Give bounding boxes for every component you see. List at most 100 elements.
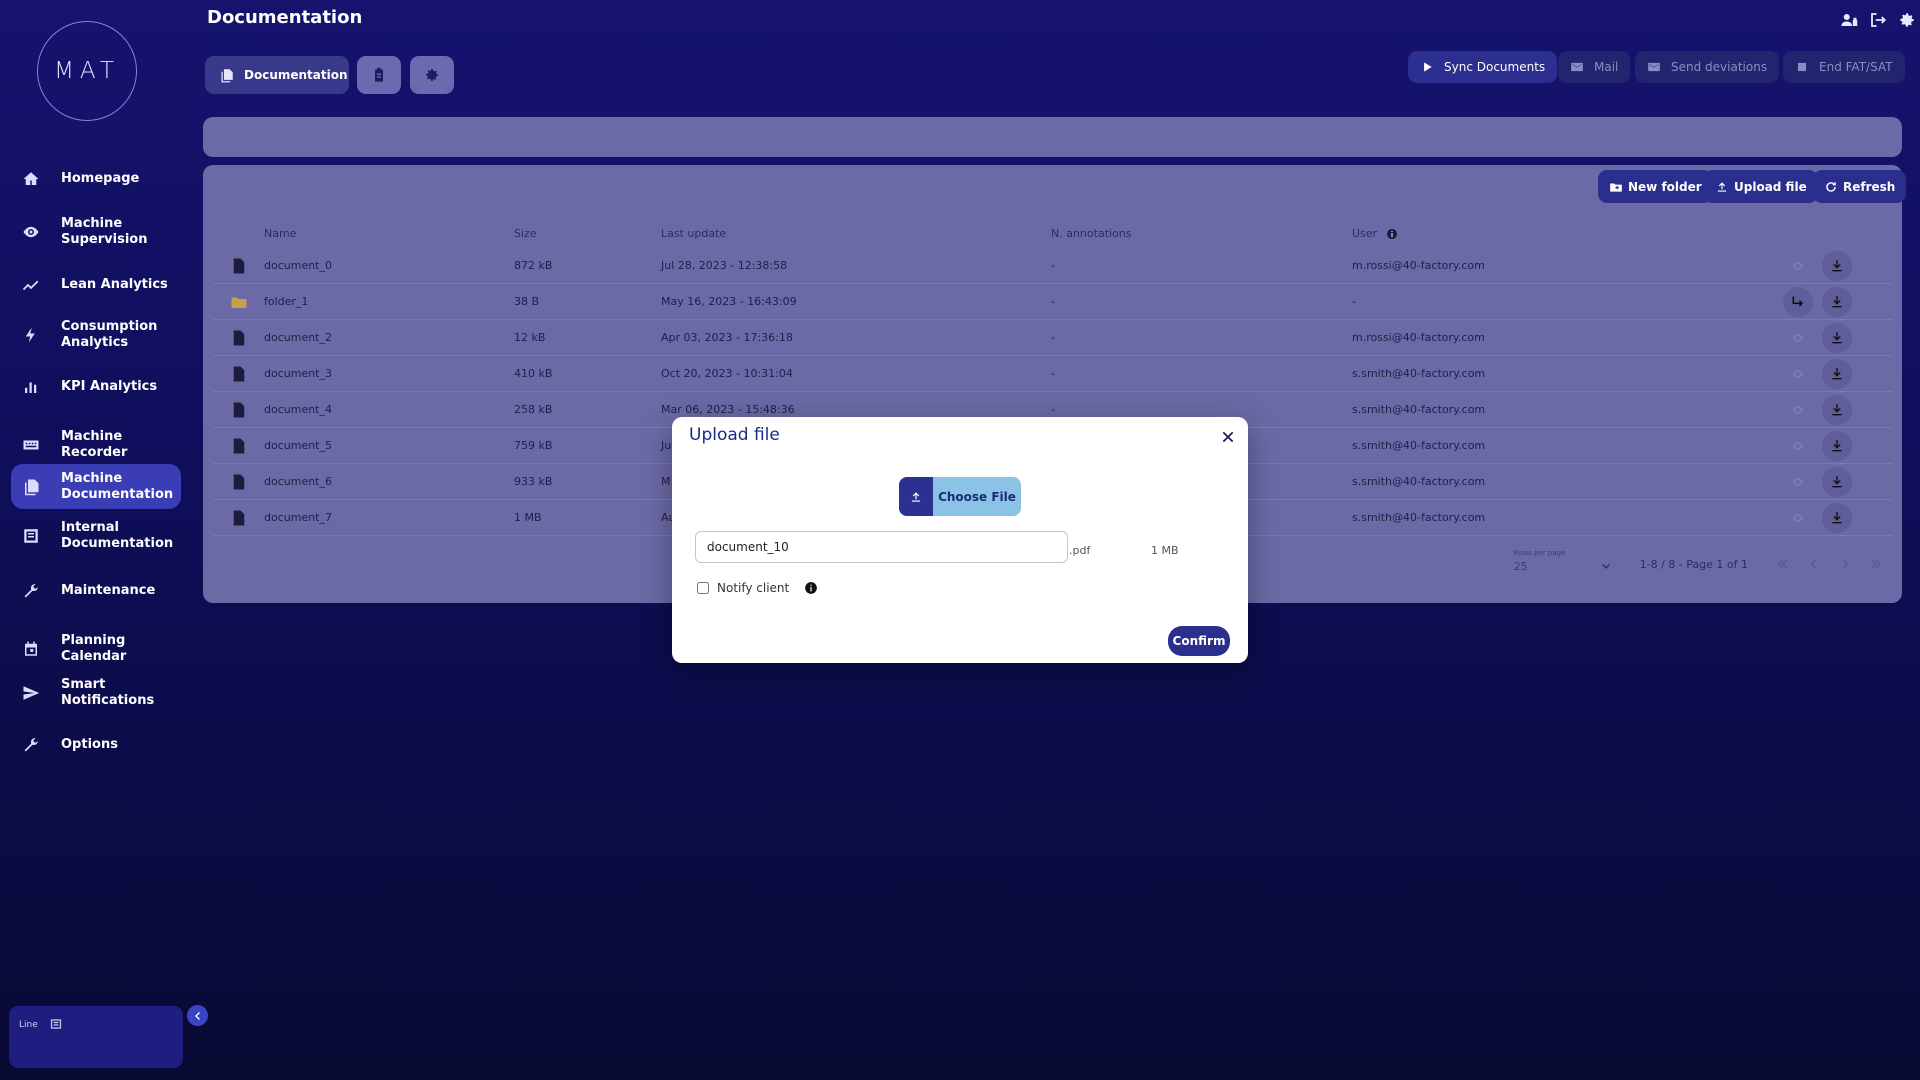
download-button[interactable] bbox=[1822, 395, 1852, 425]
new-folder-button[interactable]: New folder bbox=[1598, 170, 1713, 203]
file-size: 1 MB bbox=[1151, 544, 1179, 557]
end-fat-sat-button[interactable]: End FAT/SAT bbox=[1783, 51, 1905, 83]
download-button[interactable] bbox=[1822, 287, 1852, 317]
sidebar-item-machine-recorder[interactable]: Machine Recorder bbox=[11, 425, 181, 465]
download-button[interactable] bbox=[1822, 467, 1852, 497]
column-header-last-update[interactable]: Last update bbox=[661, 227, 726, 240]
view-button[interactable] bbox=[1783, 323, 1813, 353]
column-header-user[interactable]: User bbox=[1352, 227, 1398, 240]
sidebar-item-label: Smart Notifications bbox=[61, 677, 155, 708]
file-user: s.smith@40-factory.com bbox=[1352, 475, 1486, 488]
send-deviations-button[interactable]: Send deviations bbox=[1635, 51, 1780, 83]
collapse-sidebar-button[interactable] bbox=[187, 1005, 208, 1026]
sidebar-item-label: Machine Documentation bbox=[61, 470, 174, 502]
column-header-size[interactable]: Size bbox=[514, 227, 537, 240]
clipboard-button[interactable] bbox=[357, 56, 401, 94]
file-size: 258 kB bbox=[514, 403, 553, 416]
table-row[interactable]: folder_1 38 B May 16, 2023 - 16:43:09 - … bbox=[213, 284, 1893, 320]
file-user: - bbox=[1352, 295, 1356, 308]
file-user: s.smith@40-factory.com bbox=[1352, 367, 1486, 380]
settings-button[interactable] bbox=[410, 56, 454, 94]
file-name: folder_1 bbox=[264, 295, 309, 308]
view-button[interactable] bbox=[1783, 251, 1813, 281]
close-icon[interactable] bbox=[1220, 429, 1236, 445]
download-button[interactable] bbox=[1822, 359, 1852, 389]
user-settings-icon[interactable] bbox=[1840, 11, 1858, 29]
download-button[interactable] bbox=[1822, 503, 1852, 533]
eye-icon bbox=[1790, 474, 1806, 490]
table-row[interactable]: document_3 410 kB Oct 20, 2023 - 10:31:0… bbox=[213, 356, 1893, 392]
info-icon[interactable] bbox=[804, 581, 818, 595]
last-page-button[interactable] bbox=[1862, 550, 1890, 578]
sidebar-item-homepage[interactable]: Homepage bbox=[11, 166, 181, 192]
file-size: 1 MB bbox=[514, 511, 542, 524]
bolt-icon bbox=[22, 326, 40, 344]
table-row[interactable]: document_2 12 kB Apr 03, 2023 - 17:36:18… bbox=[213, 320, 1893, 356]
sidebar-item-maintenance[interactable]: Maintenance bbox=[11, 578, 181, 604]
table-row[interactable]: document_0 872 kB Jul 28, 2023 - 12:38:5… bbox=[213, 248, 1893, 284]
eye-icon bbox=[1790, 438, 1806, 454]
line-icon bbox=[50, 1018, 62, 1030]
logout-icon[interactable] bbox=[1869, 11, 1887, 29]
next-page-button[interactable] bbox=[1831, 550, 1859, 578]
notify-client-label: Notify client bbox=[717, 581, 790, 595]
eye-icon bbox=[22, 223, 40, 241]
gear-icon[interactable] bbox=[1898, 11, 1916, 29]
refresh-button[interactable]: Refresh bbox=[1813, 170, 1907, 203]
view-button[interactable] bbox=[1783, 359, 1813, 389]
download-icon bbox=[1829, 294, 1845, 310]
sidebar-item-label: Consumption Analytics bbox=[61, 319, 158, 350]
file-name-input[interactable] bbox=[695, 531, 1068, 563]
view-button[interactable] bbox=[1783, 503, 1813, 533]
sidebar-item-label: Machine Recorder bbox=[61, 429, 128, 460]
info-icon[interactable] bbox=[1386, 228, 1398, 240]
view-button[interactable] bbox=[1783, 467, 1813, 497]
download-button[interactable] bbox=[1822, 251, 1852, 281]
file-updated: Apr 03, 2023 - 17:36:18 bbox=[661, 331, 793, 344]
view-button[interactable] bbox=[1783, 395, 1813, 425]
choose-file-button[interactable]: Choose File bbox=[899, 477, 1021, 516]
first-page-button[interactable] bbox=[1769, 550, 1797, 578]
mail-button[interactable]: Mail bbox=[1558, 51, 1631, 83]
sidebar-item-machine-supervision[interactable]: Machine Supervision bbox=[11, 212, 181, 252]
end-fat-sat-label: End FAT/SAT bbox=[1819, 60, 1893, 74]
sidebar-item-options[interactable]: Options bbox=[11, 732, 181, 758]
sidebar-item-internal-documentation[interactable]: Internal Documentation bbox=[11, 516, 181, 556]
download-button[interactable] bbox=[1822, 431, 1852, 461]
download-icon bbox=[1829, 438, 1845, 454]
eye-icon bbox=[1790, 258, 1806, 274]
sidebar-item-planning-calendar[interactable]: Planning Calendar bbox=[11, 629, 181, 669]
file-user: m.rossi@40-factory.com bbox=[1352, 331, 1485, 344]
download-button[interactable] bbox=[1822, 323, 1852, 353]
sync-documents-button[interactable]: Sync Documents bbox=[1408, 51, 1558, 83]
open-folder-button[interactable] bbox=[1783, 287, 1813, 317]
wrench-icon bbox=[22, 736, 40, 754]
bar-chart-icon bbox=[22, 378, 40, 396]
recorder-icon bbox=[22, 436, 40, 454]
confirm-button[interactable]: Confirm bbox=[1168, 626, 1230, 656]
line-selector[interactable]: Line bbox=[9, 1006, 183, 1068]
sidebar-item-consumption-analytics[interactable]: Consumption Analytics bbox=[11, 315, 181, 355]
column-header-name[interactable]: Name bbox=[264, 227, 296, 240]
notify-client-checkbox[interactable] bbox=[697, 582, 709, 594]
file-size: 38 B bbox=[514, 295, 540, 308]
sidebar-item-lean-analytics[interactable]: Lean Analytics bbox=[11, 272, 181, 298]
sidebar-item-kpi-analytics[interactable]: KPI Analytics bbox=[11, 374, 181, 400]
sidebar-item-machine-documentation[interactable]: Machine Documentation bbox=[11, 464, 181, 509]
calendar-icon bbox=[22, 640, 40, 658]
upload-icon bbox=[909, 490, 923, 504]
file-name: document_4 bbox=[264, 403, 332, 416]
sidebar-item-label: Homepage bbox=[61, 171, 140, 186]
upload-file-button[interactable]: Upload file bbox=[1704, 170, 1818, 203]
app-logo[interactable]: MAT bbox=[37, 21, 137, 121]
file-updated: Oct 20, 2023 - 10:31:04 bbox=[661, 367, 793, 380]
file-annotations: - bbox=[1051, 295, 1055, 308]
column-header-annotations[interactable]: N. annotations bbox=[1051, 227, 1132, 240]
sidebar-item-smart-notifications[interactable]: Smart Notifications bbox=[11, 673, 181, 713]
rows-per-page-select[interactable]: Rows per page 25 bbox=[1514, 549, 1614, 579]
prev-page-button[interactable] bbox=[1800, 550, 1828, 578]
view-button[interactable] bbox=[1783, 431, 1813, 461]
line-label: Line bbox=[19, 1020, 38, 1030]
chevron-right-icon bbox=[1838, 557, 1852, 571]
tab-documentation[interactable]: Documentation bbox=[205, 56, 349, 94]
